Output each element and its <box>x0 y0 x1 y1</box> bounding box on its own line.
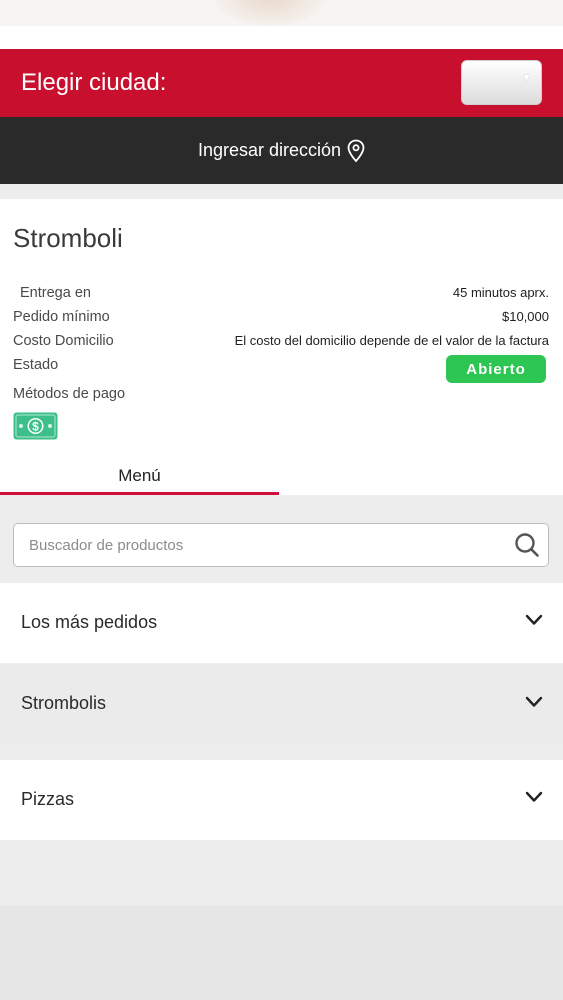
search-input[interactable] <box>27 524 501 567</box>
category-los-mas-pedidos[interactable]: Los más pedidos <box>0 583 563 663</box>
footer-area <box>0 906 563 1000</box>
tab-menu[interactable]: Menú <box>0 453 279 495</box>
category-label: Pizzas <box>21 789 75 809</box>
city-selector-bar: Elegir ciudad: ▼ <box>0 49 563 117</box>
svg-text:$: $ <box>32 420 39 434</box>
store-info-card: Stromboli Entrega en 45 minutos aprx. Pe… <box>0 199 563 495</box>
category-label: Los más pedidos <box>21 612 158 632</box>
delivery-cost-value: El costo del domicilio depende de el val… <box>234 333 549 348</box>
tab-menu-label: Menú <box>118 466 161 485</box>
chevron-down-icon: ▼ <box>521 72 532 84</box>
address-label: Ingresar dirección <box>197 140 342 160</box>
category-pizzas[interactable]: Pizzas <box>0 760 563 840</box>
minimum-order-value: $10,000 <box>502 309 549 324</box>
category-label: Strombolis <box>21 693 107 713</box>
delivery-time-value: 45 minutos aprx. <box>452 285 549 300</box>
location-pin-icon <box>347 139 365 162</box>
payment-methods-label: Métodos de pago <box>13 386 126 402</box>
address-bar[interactable]: Ingresar dirección <box>0 117 563 184</box>
header-image-blur <box>215 0 325 26</box>
delivery-time-label: Entrega en <box>20 285 91 301</box>
city-dropdown[interactable]: ▼ <box>461 60 542 105</box>
chevron-down-icon <box>525 791 543 802</box>
status-label: Estado <box>13 357 59 373</box>
minimum-order-label: Pedido mínimo <box>13 309 110 325</box>
header-image-strip <box>0 0 563 26</box>
chevron-down-icon <box>525 614 543 625</box>
category-strombolis[interactable]: Strombolis <box>0 664 563 745</box>
city-label: Elegir ciudad: <box>21 69 167 96</box>
search-section <box>0 495 563 583</box>
chevron-down-icon <box>525 696 543 707</box>
spacer <box>0 184 563 199</box>
delivery-cost-label: Costo Domicilio <box>13 333 114 349</box>
store-name: Stromboli <box>13 223 123 253</box>
status-badge: Abierto <box>446 355 546 383</box>
spacer <box>0 26 563 49</box>
search-icon[interactable] <box>514 532 540 558</box>
product-search-box[interactable] <box>13 523 549 567</box>
cash-icon: $ <box>13 412 58 440</box>
